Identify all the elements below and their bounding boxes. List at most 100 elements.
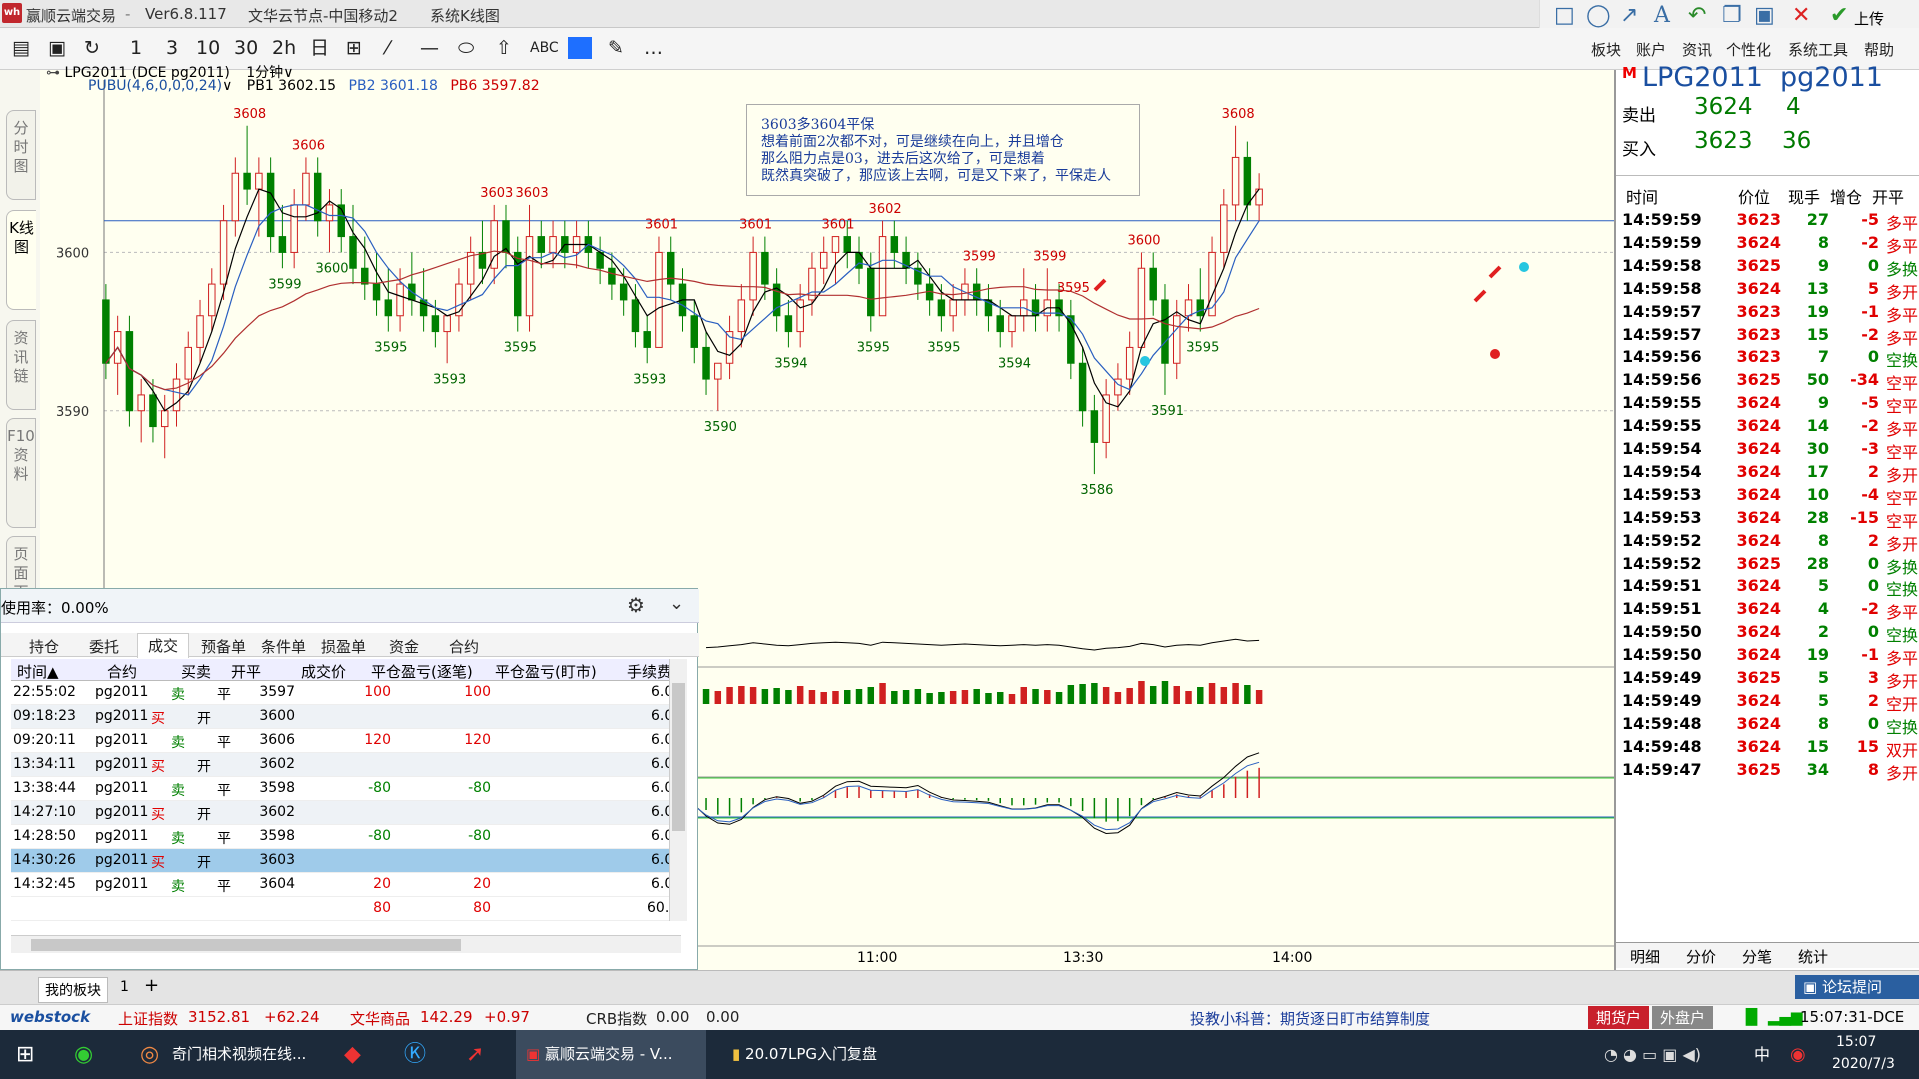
tab-page-order[interactable]: 页面下单 — [6, 536, 36, 596]
tab-by-trade[interactable]: 分笔 — [1742, 946, 1772, 967]
period-3-button[interactable]: 3 — [166, 36, 178, 60]
indicator-name[interactable]: PUBU(4,6,0,0,0,24) — [88, 78, 222, 94]
line-draw-icon[interactable]: ⁄ — [386, 36, 389, 60]
sh-index-name[interactable]: 上证指数 — [118, 1008, 178, 1029]
tab-positions[interactable]: 持仓 — [29, 636, 59, 657]
tab-f10[interactable]: F10资料 — [6, 418, 36, 528]
col-time[interactable]: 时间▲ — [17, 661, 59, 682]
order-panel-icon[interactable]: ▤ — [12, 36, 30, 60]
col-price[interactable]: 成交价 — [301, 661, 346, 682]
annotation-box[interactable]: 3603多3604平保 想着前面2次都不对，可是继续在向上，并且增仓 那么阻力点… — [746, 104, 1140, 196]
tab-by-price[interactable]: 分价 — [1686, 946, 1716, 967]
undo-icon[interactable]: ↶ — [1688, 4, 1706, 28]
crb-index-name[interactable]: CRB指数 — [586, 1008, 647, 1029]
trade-row[interactable]: 13:34:11 pg2011 买开 3602 6.0 — [11, 753, 681, 777]
arrow-tool-icon[interactable]: ↗ — [1620, 4, 1638, 28]
app-icon-k[interactable]: Ⓚ — [404, 1030, 426, 1079]
tick-list[interactable]: 14:59:59 3623 27 -5 多平 14:59:59 3624 8 -2 多平 14:59… — [1616, 207, 1919, 947]
vertical-scrollbar[interactable] — [669, 659, 687, 921]
period-1-button[interactable]: 1 — [130, 36, 142, 60]
tab-stop-orders[interactable]: 损盈单 — [321, 636, 366, 657]
tab-funds[interactable]: 资金 — [389, 636, 419, 657]
menu-help[interactable]: 帮助 — [1864, 39, 1894, 60]
horizontal-scrollbar[interactable] — [11, 935, 681, 953]
tab-orders[interactable]: 委托 — [89, 636, 119, 657]
buy-price[interactable]: 3623 — [1694, 128, 1753, 154]
save-icon[interactable]: ▣ — [48, 36, 66, 60]
col-side[interactable]: 买卖 — [181, 661, 211, 682]
col-fee[interactable]: 手续费 — [627, 661, 675, 682]
up-arrow-icon[interactable]: ⇧ — [496, 36, 512, 60]
tab-statistics[interactable]: 统计 — [1798, 946, 1828, 967]
taskbar-item-browser[interactable]: 奇门相术视频在线... — [172, 1030, 306, 1079]
menu-personalize[interactable]: 个性化 — [1726, 39, 1771, 60]
chevron-down-icon[interactable]: ∨ — [222, 78, 232, 94]
tab-detail[interactable]: 明细 — [1630, 946, 1660, 967]
tray-icons[interactable]: ◔ ◕ ▭ ▣ ◀) — [1604, 1030, 1701, 1079]
col-pl-trade[interactable]: 平仓盈亏(逐笔) — [371, 661, 473, 682]
education-notice[interactable]: 投教小科普：期货逐日盯市结算制度 — [1190, 1008, 1430, 1029]
tab-contracts[interactable]: 合约 — [449, 636, 479, 657]
wh-index-name[interactable]: 文华商品 — [350, 1008, 410, 1029]
taskbar-item-folder[interactable]: ▮ 20.07LPG入门复盘 — [722, 1030, 908, 1079]
text-tool-icon[interactable]: A — [1654, 4, 1670, 28]
menu-news[interactable]: 资讯 — [1682, 39, 1712, 60]
tab-prepared-orders[interactable]: 预备单 — [201, 636, 246, 657]
app-icon-arrow[interactable]: ➚ — [466, 1030, 484, 1079]
trade-row[interactable]: 14:32:45 pg2011 卖平 3604 20 20 6.0 — [11, 873, 681, 897]
app-icon-red[interactable]: ◆ — [344, 1030, 361, 1079]
tab-kline[interactable]: K线图 — [6, 210, 36, 310]
horizontal-line-icon[interactable]: — — [420, 36, 439, 60]
trade-row[interactable]: 09:20:11 pg2011 卖平 3606 120 120 6.0 — [11, 729, 681, 753]
layout-grid-icon[interactable]: ⊞ — [346, 36, 362, 60]
collapse-chevron-icon[interactable]: ⌄ — [669, 593, 684, 614]
refresh-icon[interactable]: ↻ — [84, 36, 100, 60]
futures-account-button[interactable]: 期货户 — [1588, 1006, 1650, 1029]
trade-row[interactable]: 14:28:50 pg2011 卖平 3598 -80 -80 6.0 — [11, 825, 681, 849]
period-2h-button[interactable]: 2h — [272, 36, 296, 60]
col-contract[interactable]: 合约 — [107, 661, 137, 682]
color-picker-button[interactable] — [568, 37, 592, 59]
period-day-button[interactable]: 日 — [310, 36, 329, 60]
add-board-button[interactable]: + — [144, 975, 159, 996]
tray-app-icon[interactable]: ◉ — [1790, 1030, 1806, 1079]
board-number[interactable]: 1 — [120, 979, 129, 995]
my-board-tab[interactable]: 我的板块 — [38, 977, 108, 1003]
windows-start-icon[interactable]: ⊞ — [16, 1030, 34, 1079]
save-drawing-icon[interactable]: ▣ — [1754, 4, 1775, 28]
col-open-close[interactable]: 开平 — [231, 661, 261, 682]
trade-row[interactable]: 22:55:02 pg2011 卖平 3597 100 100 6.0 — [11, 681, 681, 705]
trade-row[interactable]: 09:18:23 pg2011 买开 3600 6.0 — [11, 705, 681, 729]
tab-fills[interactable]: 成交 — [137, 633, 190, 658]
menu-system-tools[interactable]: 系统工具 — [1788, 39, 1848, 60]
trade-row[interactable]: 14:27:10 pg2011 买开 3602 6.0 — [11, 801, 681, 825]
link-icon[interactable]: ⊶ — [46, 65, 60, 81]
menu-account[interactable]: 账户 — [1636, 39, 1666, 60]
eraser-icon[interactable]: ✎ — [608, 36, 624, 60]
trade-row[interactable]: 14:30:26 pg2011 买开 3603 6.0 — [11, 849, 681, 873]
wechat-icon[interactable]: ◉ — [74, 1030, 93, 1079]
more-icon[interactable]: … — [644, 36, 663, 60]
ellipse-icon[interactable]: ⬭ — [458, 36, 474, 60]
input-method[interactable]: 中 — [1754, 1030, 1770, 1079]
tab-news-chain[interactable]: 资讯链 — [6, 320, 36, 410]
taskbar-item-trading[interactable]: ▣ 赢顺云端交易 - V... — [516, 1030, 706, 1079]
period-30-button[interactable]: 30 — [234, 36, 258, 60]
text-label-button[interactable]: ABC — [530, 36, 559, 60]
forum-question-button[interactable]: ▣ 论坛提问 — [1795, 975, 1919, 999]
foreign-account-button[interactable]: 外盘户 — [1652, 1006, 1714, 1029]
col-pl-mark[interactable]: 平仓盈亏(盯市) — [495, 661, 597, 682]
browser-icon[interactable]: ◎ — [140, 1030, 159, 1079]
tab-timeshare[interactable]: 分时图 — [6, 110, 36, 200]
ellipse-tool-icon[interactable]: ◯ — [1586, 4, 1611, 28]
upload-button[interactable]: 上传 — [1854, 8, 1884, 29]
tick-row[interactable]: 14:59:47 3625 34 8 多开 — [1616, 757, 1919, 785]
menu-board[interactable]: 板块 — [1591, 39, 1621, 60]
period-10-button[interactable]: 10 — [196, 36, 220, 60]
copy-icon[interactable]: ❐ — [1722, 4, 1742, 28]
rectangle-tool-icon[interactable]: □ — [1554, 4, 1575, 28]
tab-conditional-orders[interactable]: 条件单 — [261, 636, 306, 657]
settings-gear-icon[interactable]: ⚙ — [627, 593, 645, 617]
trade-row[interactable]: 13:38:44 pg2011 卖平 3598 -80 -80 6.0 — [11, 777, 681, 801]
sell-price[interactable]: 3624 — [1694, 94, 1753, 120]
